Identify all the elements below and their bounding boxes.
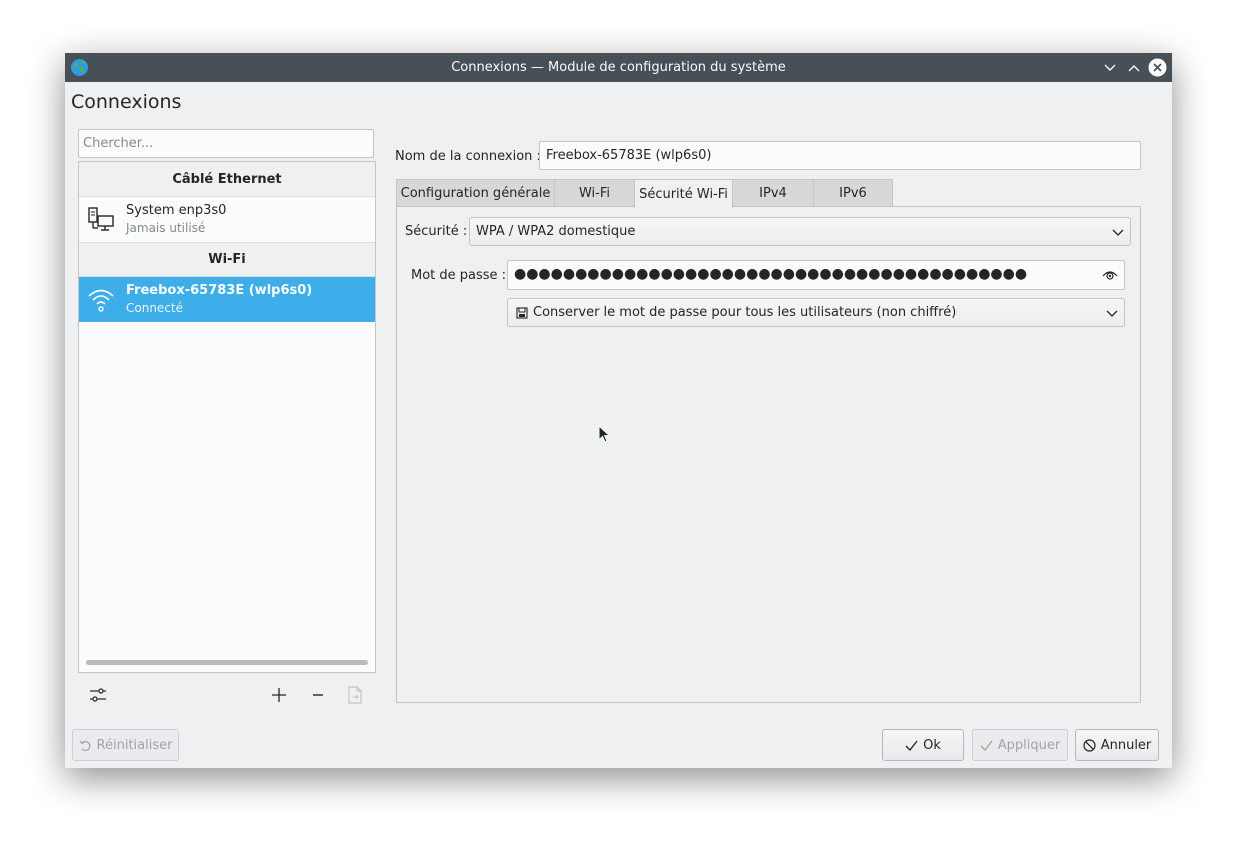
- add-icon[interactable]: [268, 684, 290, 706]
- tab-ipv6[interactable]: IPv6: [813, 179, 893, 207]
- system-settings-window: Connexions — Module de configuration du …: [65, 53, 1172, 768]
- title-bar[interactable]: Connexions — Module de configuration du …: [65, 53, 1172, 82]
- network-wired-icon: [88, 207, 114, 231]
- tab-ipv4[interactable]: IPv4: [732, 179, 814, 207]
- connection-name: Freebox-65783E (wlp6s0): [126, 283, 313, 298]
- show-password-eye-icon[interactable]: [1102, 267, 1118, 283]
- security-label: Sécurité :: [405, 224, 468, 239]
- connection-name: System enp3s0: [126, 203, 227, 218]
- connection-status: Jamais utilisé: [126, 221, 206, 235]
- check-icon: [905, 740, 918, 751]
- section-header-wifi: Wi-Fi: [79, 242, 375, 277]
- section-header-ethernet: Câblé Ethernet: [79, 162, 375, 197]
- tab-configuration-generale[interactable]: Configuration générale: [396, 179, 555, 207]
- window-title: Connexions — Module de configuration du …: [451, 60, 786, 75]
- connection-name-label: Nom de la connexion :: [395, 149, 541, 164]
- connection-status: Connecté: [126, 301, 183, 315]
- remove-icon[interactable]: [307, 684, 329, 706]
- reset-button-label: Réinitialiser: [96, 737, 173, 753]
- save-disk-icon: [516, 307, 528, 319]
- undo-icon: [79, 740, 90, 751]
- apply-button[interactable]: Appliquer: [972, 729, 1068, 761]
- password-label: Mot de passe :: [411, 268, 507, 283]
- maximize-icon[interactable]: [1124, 58, 1143, 77]
- chevron-down-icon: [1112, 229, 1124, 236]
- close-icon[interactable]: [1148, 58, 1167, 77]
- cancel-button[interactable]: Annuler: [1075, 729, 1159, 761]
- list-item-system-enp3s0[interactable]: System enp3s0 Jamais utilisé: [79, 197, 375, 242]
- connection-name-field[interactable]: [539, 141, 1141, 170]
- password-field[interactable]: ●●●●●●●●●●●●●●●●●●●●●●●●●●●●●●●●●●●●●●●●…: [507, 260, 1125, 290]
- tab-securite-wifi[interactable]: Sécurité Wi-Fi: [634, 179, 733, 208]
- mouse-cursor-icon: [598, 425, 611, 443]
- list-item-freebox-65783e[interactable]: Freebox-65783E (wlp6s0) Connecté: [79, 277, 375, 322]
- connection-list: Câblé Ethernet System enp3s0 Jamais util…: [78, 161, 376, 673]
- export-icon[interactable]: [344, 684, 366, 706]
- password-masked-value: ●●●●●●●●●●●●●●●●●●●●●●●●●●●●●●●●●●●●●●●●…: [514, 266, 1028, 282]
- tab-wifi[interactable]: Wi-Fi: [554, 179, 635, 207]
- ok-button-label: Ok: [923, 737, 941, 753]
- password-storage-value: Conserver le mot de passe pour tous les …: [533, 305, 957, 320]
- cancel-icon: [1083, 738, 1096, 752]
- reset-button[interactable]: Réinitialiser: [72, 729, 179, 761]
- apply-button-label: Appliquer: [997, 737, 1061, 753]
- chevron-down-icon: [1106, 310, 1118, 317]
- cancel-button-label: Annuler: [1100, 737, 1152, 753]
- ok-button[interactable]: Ok: [882, 729, 964, 761]
- password-storage-select[interactable]: Conserver le mot de passe pour tous les …: [507, 298, 1125, 327]
- minimize-icon[interactable]: [1100, 58, 1119, 77]
- security-select-value: WPA / WPA2 domestique: [476, 224, 636, 239]
- page-title: Connexions: [71, 91, 182, 113]
- security-select[interactable]: WPA / WPA2 domestique: [469, 217, 1131, 246]
- search-input[interactable]: [78, 129, 374, 158]
- wifi-icon: [88, 289, 114, 312]
- check-icon: [980, 740, 993, 751]
- configure-icon[interactable]: [87, 684, 109, 706]
- horizontal-scrollbar[interactable]: [86, 660, 368, 665]
